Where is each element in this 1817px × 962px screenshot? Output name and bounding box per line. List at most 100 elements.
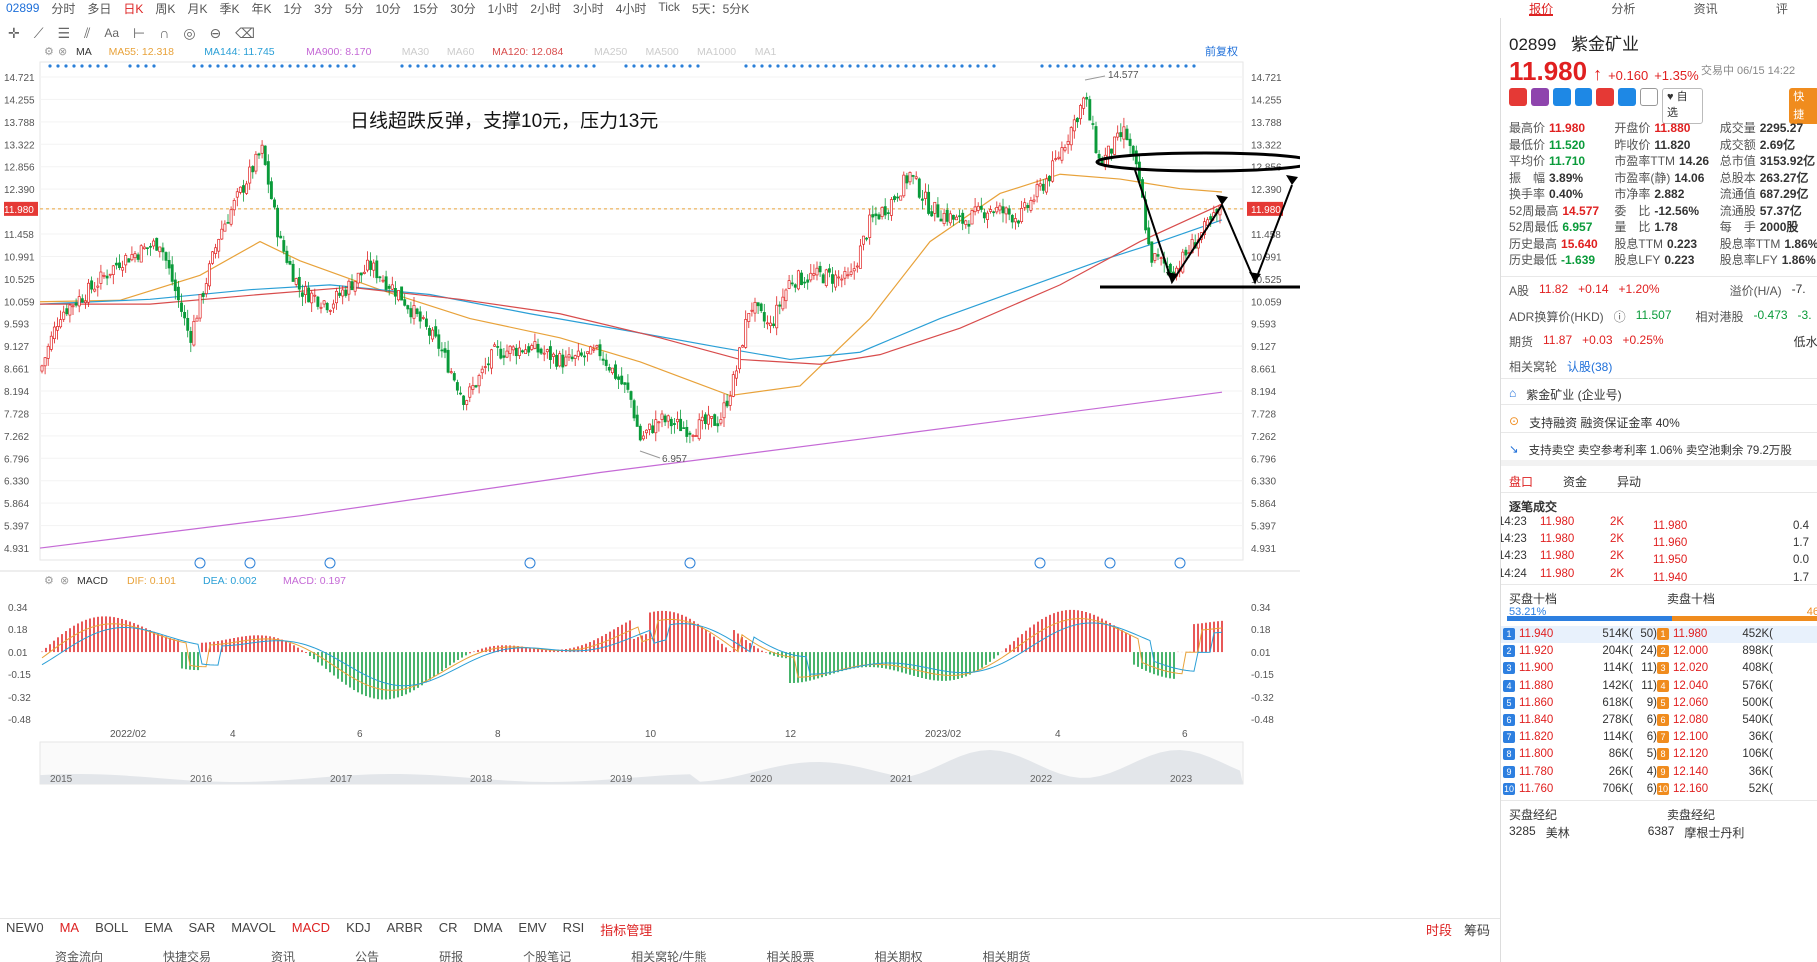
bid-price: 11.780 [1519,765,1554,778]
bid-orders: 5) [1646,748,1657,761]
quote-sub-tab[interactable]: 盘口 [1509,473,1533,490]
candle-body [762,312,766,322]
bid-volume: 26K( [1608,765,1633,778]
warrants-link[interactable]: 认股(38) [1567,358,1612,375]
stat-cell: 换手率 0.40% [1509,186,1614,203]
stat-label: 流通股 [1719,203,1756,218]
footer-tab[interactable]: 个股笔记 [523,948,571,962]
right-tab[interactable]: 报价 [1529,0,1554,16]
indicator-tab[interactable]: CR [439,920,458,939]
macd-name[interactable]: MACD [77,575,108,587]
ma-legend-item[interactable]: MA120: 12.084 [492,46,563,58]
ma-legend-item[interactable]: MA30 [402,46,430,58]
indicator-tab[interactable]: SAR [188,920,215,939]
candle-body [269,181,273,200]
quick-trade-button[interactable]: 快捷 [1789,88,1817,124]
note-icon[interactable] [1640,88,1659,106]
order-book-row[interactable]: 8 11.800 86K(5) 8 12.120 106K( [1501,746,1817,763]
footer-tab[interactable]: 相关期权 [874,948,922,962]
hk-connect-icon[interactable] [1509,88,1527,106]
candle-body [1066,141,1070,145]
bell-icon[interactable] [1767,88,1785,106]
indicator-tab[interactable]: RSI [563,920,585,939]
ma-legend-item[interactable]: MA55: 12.318 [109,46,175,58]
close-icon[interactable]: ⊗ [58,46,67,58]
macd-settings-icon[interactable]: ⚙ [44,575,54,587]
order-book-row[interactable]: 2 11.920 204K(24) 2 12.000 898K( [1501,643,1817,660]
ma-legend-item[interactable]: MA1 [755,46,777,58]
order-book-row[interactable]: 4 11.880 142K(11) 4 12.040 576K( [1501,678,1817,695]
indicator-tab[interactable]: DMA [474,920,503,939]
macd-close-icon[interactable]: ⊗ [60,575,69,587]
ma-legend-item[interactable]: MA900: 8.170 [306,46,372,58]
footer-tab[interactable]: 公告 [355,948,379,962]
order-book-row[interactable]: 10 11.760 706K(6) 10 12.160 52K( [1501,781,1817,798]
stat-cell: 股息率LFY 1.86% [1720,252,1817,269]
exchange-icon[interactable] [1552,88,1571,106]
order-book-row[interactable]: 3 11.900 114K(11) 3 12.020 408K( [1501,660,1817,677]
info-icon[interactable]: ⓘ [1614,308,1626,325]
indicator-tab[interactable]: NEW0 [6,920,44,939]
ma-legend-item[interactable]: MA60 [447,46,475,58]
footer-tab[interactable]: 资讯 [271,948,295,962]
kline-chart-area[interactable]: ⚙ ⊗ MA MA55: 12.318 MA144: 11.745 MA900: 8.17… [0,0,1300,905]
indicator-tab[interactable]: MACD [292,920,330,939]
indicator-tab[interactable]: ARBR [387,920,423,939]
order-book-row[interactable]: 5 11.860 618K(9) 5 12.060 500K( [1501,695,1817,712]
ma-legend-item[interactable]: MA1000 [697,46,736,58]
ma-legend-item[interactable]: MA144: 11.745 [204,46,275,58]
order-book-row[interactable]: 7 11.820 114K(6) 7 12.100 36K( [1501,729,1817,746]
order-book-row[interactable]: 1 11.940 514K(50) 1 11.980 452K( [1501,626,1817,644]
stat-cell: 委 比 -12.56% [1614,203,1719,220]
ma-legend-item[interactable]: MA [76,46,92,58]
indicator-tab[interactable]: BOLL [95,920,128,939]
quote-sub-tab[interactable]: 资金 [1563,473,1587,490]
price-axis-label-right: 13.322 [1251,140,1282,151]
footer-tab[interactable]: 相关期货 [982,948,1030,962]
ma-legend-item[interactable]: MA500 [646,46,679,58]
event-dot [56,64,60,68]
chart-tag-icon[interactable] [1596,88,1615,106]
ma-legend-item[interactable]: MA250 [594,46,627,58]
order-book-row[interactable]: 9 11.780 26K(4) 9 12.140 36K( [1501,764,1817,781]
candle-body [428,327,431,336]
settings-icon[interactable]: ⚙ [44,46,54,58]
quote-sub-tab[interactable]: 异动 [1617,473,1641,490]
lightning-icon[interactable] [1530,88,1549,106]
link-icon[interactable] [1618,88,1637,106]
candle-body [319,306,323,309]
dollar-icon[interactable] [1574,88,1593,106]
candle-body [276,207,280,238]
right-tab[interactable]: 资讯 [1694,0,1718,16]
warrants-row[interactable]: 相关窝轮 认股(38) [1509,358,1817,375]
info-row-margin[interactable]: ⊙ 支持融资 融资保证金率 40% [1509,414,1817,431]
candle-body [567,354,571,358]
candle-body [56,326,59,331]
indicator-tab[interactable]: EMA [144,920,172,939]
order-book-row[interactable]: 6 11.840 278K(6) 6 12.080 540K( [1501,712,1817,729]
macd-axis-left: -0.48 [8,715,31,726]
right-tab[interactable]: 评 [1776,0,1788,16]
indicator-tab[interactable]: MA [60,920,80,939]
event-dot [1040,64,1044,68]
event-dot [200,64,204,68]
info-row-company[interactable]: ⌂ 紫金矿业 (企业号) [1509,386,1817,403]
indicator-tab[interactable]: 指标管理 [600,920,652,939]
chart-option[interactable]: 时段 [1426,920,1452,939]
mini-depth-value: 0.4 [1793,520,1809,532]
indicator-tab[interactable]: MAVOL [231,920,276,939]
adjust-mode[interactable]: 前复权 [1205,44,1238,58]
footer-tab[interactable]: 资金流向 [55,948,103,962]
event-dot [192,64,196,68]
footer-tab[interactable]: 相关股票 [766,948,814,962]
footer-tab[interactable]: 快捷交易 [163,948,211,962]
add-watchlist-button[interactable]: ♥ 自选 [1662,88,1704,124]
info-row-short[interactable]: ↘ 支持卖空 卖空参考利率 1.06% 卖空池剩余 79.2万股 [1509,442,1817,458]
right-tab[interactable]: 分析 [1611,0,1635,16]
footer-tab[interactable]: 相关窝轮/牛熊 [631,948,706,962]
chart-option[interactable]: 筹码 [1464,920,1490,939]
indicator-tab[interactable]: KDJ [346,920,371,939]
ask-price: 12.060 [1673,696,1709,709]
footer-tab[interactable]: 研报 [439,948,463,962]
indicator-tab[interactable]: EMV [518,920,546,939]
